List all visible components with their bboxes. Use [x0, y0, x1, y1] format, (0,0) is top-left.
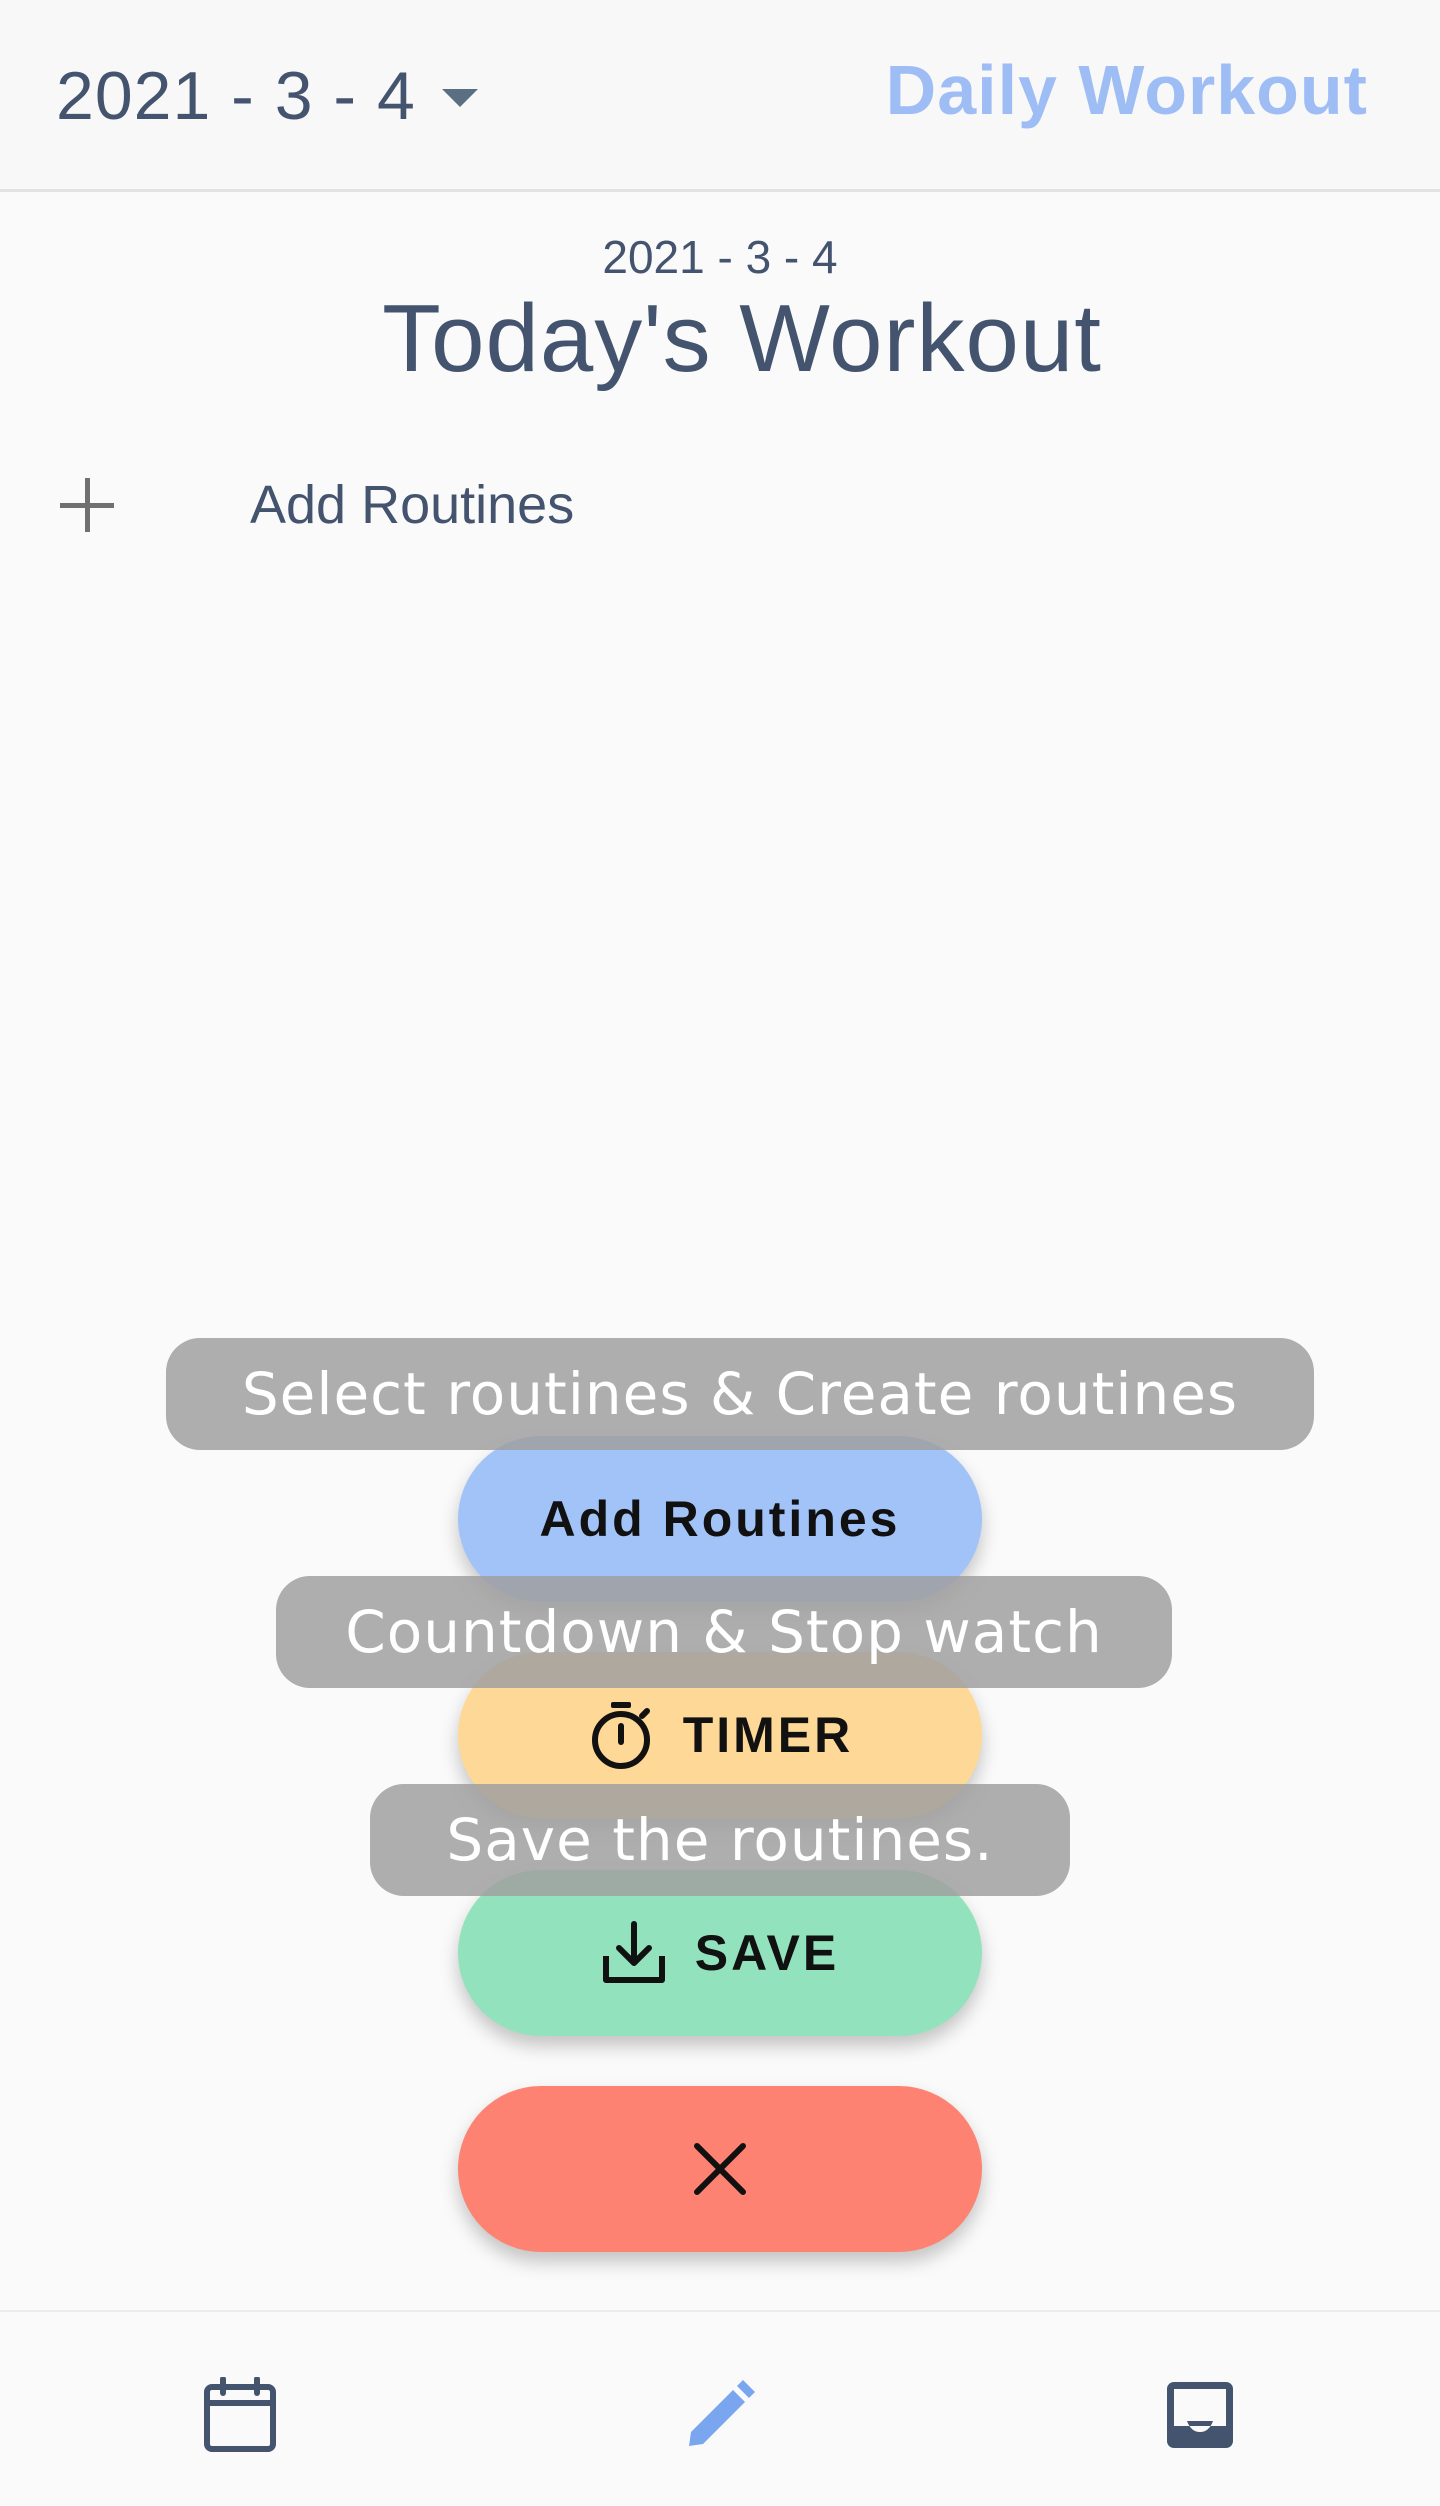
page-title: Today's Workout — [382, 285, 1102, 392]
add-routines-tooltip: Select routines & Create routines — [166, 1338, 1314, 1450]
nav-calendar[interactable] — [195, 2372, 285, 2462]
edit-icon — [685, 2379, 755, 2455]
dropdown-caret-icon — [441, 89, 478, 107]
app-title: Daily Workout — [885, 51, 1368, 129]
close-speed-dial-button[interactable] — [458, 2086, 982, 2252]
plus-icon — [60, 478, 114, 532]
save-button-label: SAVE — [694, 1925, 840, 1981]
nav-inbox[interactable] — [1155, 2372, 1245, 2462]
date-selector-label: 2021 - 3 - 4 — [56, 58, 416, 134]
close-icon — [693, 2142, 747, 2196]
date-selector[interactable]: 2021 - 3 - 4 — [56, 56, 478, 136]
workout-date: 2021 - 3 - 4 — [602, 231, 838, 283]
app-screen: 2021 - 3 - 4 Daily Workout 2021 - 3 - 4 … — [0, 0, 1440, 2506]
timer-icon — [587, 1700, 655, 1770]
add-routines-button-label: Add Routines — [539, 1491, 901, 1547]
add-routines-label: Add Routines — [250, 475, 575, 535]
top-app-bar: 2021 - 3 - 4 Daily Workout — [0, 0, 1440, 192]
bottom-navigation — [0, 2310, 1440, 2506]
calendar-icon — [203, 2375, 277, 2458]
download-icon — [601, 1920, 667, 1986]
inbox-icon — [1167, 2381, 1233, 2453]
timer-button-label: TIMER — [682, 1707, 854, 1763]
nav-edit[interactable] — [675, 2372, 765, 2462]
add-routines-row[interactable]: Add Routines — [60, 460, 574, 550]
timer-tooltip: Countdown & Stop watch — [276, 1576, 1172, 1688]
save-tooltip: Save the routines. — [370, 1784, 1070, 1896]
